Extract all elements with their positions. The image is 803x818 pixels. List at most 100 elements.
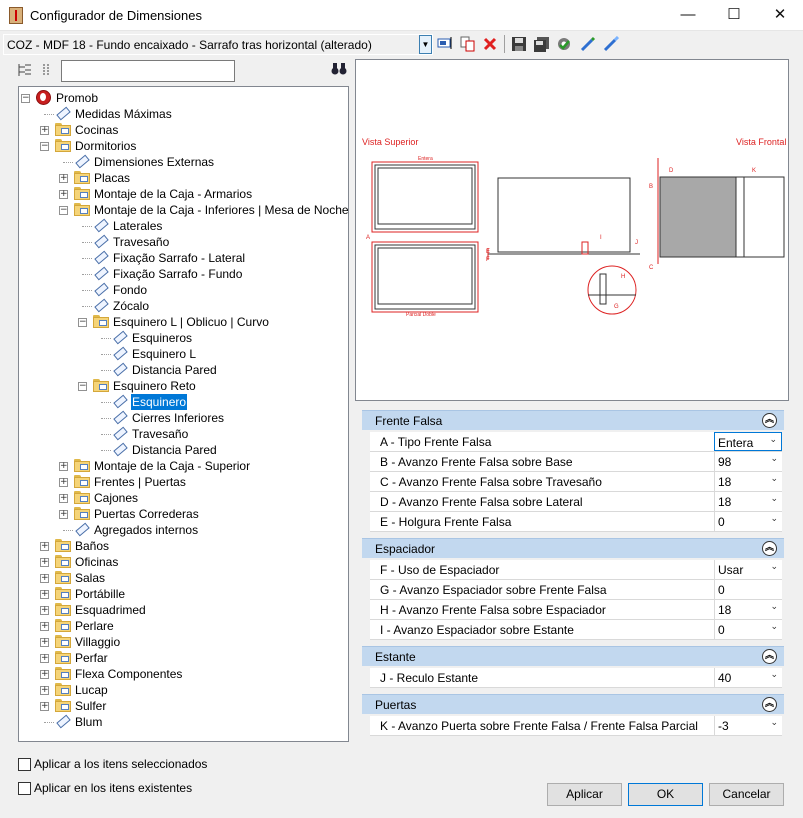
tree-node[interactable]: + Villaggio: [19, 634, 348, 650]
chevron-down-icon[interactable]: ⌄: [770, 622, 778, 632]
tree-node[interactable]: Dimensiones Externas: [19, 154, 348, 170]
property-value-field[interactable]: 0: [714, 580, 782, 599]
tree-node[interactable]: Fondo: [19, 282, 348, 298]
expand-icon[interactable]: +: [40, 702, 49, 711]
chevron-down-icon[interactable]: ⌄: [770, 494, 778, 504]
tree-node[interactable]: + Perfar: [19, 650, 348, 666]
tree-node-label[interactable]: Montaje de la Caja - Armarios: [93, 186, 253, 202]
close-button[interactable]: ✕: [757, 0, 803, 31]
tree-node-label[interactable]: Esquinero L: [131, 346, 197, 362]
tree-node-label[interactable]: Esquadrimed: [74, 602, 147, 618]
ok-button[interactable]: OK: [628, 783, 703, 806]
tree-node-label[interactable]: Cajones: [93, 490, 139, 506]
expand-icon[interactable]: +: [59, 510, 68, 519]
tree-node[interactable]: Zócalo: [19, 298, 348, 314]
tree-node-label[interactable]: Sulfer: [74, 698, 107, 714]
tree-node[interactable]: Laterales: [19, 218, 348, 234]
expand-icon[interactable]: +: [59, 462, 68, 471]
tree-node-label[interactable]: Cocinas: [74, 122, 119, 138]
collapse-icon[interactable]: −: [21, 94, 30, 103]
tree-node-label[interactable]: Distancia Pared: [131, 362, 218, 378]
minimize-button[interactable]: —: [665, 0, 711, 31]
apply-selected-checkbox[interactable]: [18, 758, 31, 771]
tree-node-label[interactable]: Frentes | Puertas: [93, 474, 187, 490]
tree-node[interactable]: + Oficinas: [19, 554, 348, 570]
tree-node-label[interactable]: Perfar: [74, 650, 109, 666]
chevron-down-icon[interactable]: ⌄: [770, 670, 778, 680]
export-icon[interactable]: [602, 35, 620, 53]
tree-node[interactable]: + Puertas Correderas: [19, 506, 348, 522]
import-icon[interactable]: [579, 36, 597, 53]
expand-icon[interactable]: +: [40, 542, 49, 551]
tree-node-label[interactable]: Esquinero Reto: [112, 378, 197, 394]
tree-node-label[interactable]: Laterales: [112, 218, 163, 234]
property-value-field[interactable]: Entera ⌄: [714, 432, 782, 451]
expand-icon[interactable]: +: [40, 654, 49, 663]
chevron-down-icon[interactable]: ⌄: [770, 602, 778, 612]
property-value-field[interactable]: 18 ⌄: [714, 472, 782, 491]
tree-node-label[interactable]: Cierres Inferiores: [131, 410, 225, 426]
property-value-field[interactable]: 40 ⌄: [714, 668, 782, 687]
expand-icon[interactable]: +: [59, 174, 68, 183]
tree-node-label[interactable]: Zócalo: [112, 298, 150, 314]
tree-node-label[interactable]: Fixação Sarrafo - Fundo: [112, 266, 243, 282]
tree-node[interactable]: − Esquinero Reto: [19, 378, 348, 394]
settings-icon[interactable]: [555, 36, 573, 53]
tree-node[interactable]: − Promob: [19, 90, 348, 106]
tree-node-label[interactable]: Flexa Componentes: [74, 666, 183, 682]
property-value-field[interactable]: 98 ⌄: [714, 452, 782, 471]
collapse-section-icon[interactable]: ︽: [762, 413, 777, 428]
tree-node-label[interactable]: Montaje de la Caja - Inferiores | Mesa d…: [93, 202, 348, 218]
expand-icon[interactable]: +: [40, 590, 49, 599]
tree-node-label[interactable]: Oficinas: [74, 554, 119, 570]
search-binoculars-icon[interactable]: [330, 62, 348, 80]
apply-button[interactable]: Aplicar: [547, 783, 622, 806]
collapse-section-icon[interactable]: ︽: [762, 649, 777, 664]
expand-icon[interactable]: +: [40, 622, 49, 631]
tree-node-label[interactable]: Distancia Pared: [131, 442, 218, 458]
property-value-field[interactable]: 0 ⌄: [714, 620, 782, 639]
tree-node[interactable]: Travesaño: [19, 426, 348, 442]
tree-node-label[interactable]: Fixação Sarrafo - Lateral: [112, 250, 246, 266]
save-as-icon[interactable]: [532, 36, 550, 53]
tree-node[interactable]: + Cocinas: [19, 122, 348, 138]
property-value-field[interactable]: Usar ⌄: [714, 560, 782, 579]
tree-node[interactable]: + Portábille: [19, 586, 348, 602]
collapse-section-icon[interactable]: ︽: [762, 541, 777, 556]
chevron-down-icon[interactable]: ⌄: [770, 514, 778, 524]
tree-node[interactable]: − Dormitorios: [19, 138, 348, 154]
tree-node[interactable]: Esquinero: [19, 394, 348, 410]
chevron-down-icon[interactable]: ⌄: [770, 454, 778, 464]
search-input[interactable]: [61, 60, 235, 82]
tree-node[interactable]: + Flexa Componentes: [19, 666, 348, 682]
tree-node[interactable]: − Montaje de la Caja - Inferiores | Mesa …: [19, 202, 348, 218]
copy-config-icon[interactable]: [459, 36, 477, 53]
tree-node[interactable]: + Baños: [19, 538, 348, 554]
tree-node[interactable]: Esquinero L: [19, 346, 348, 362]
delete-icon[interactable]: [481, 36, 499, 53]
collapse-icon[interactable]: −: [78, 318, 87, 327]
tree-node-label[interactable]: Dormitorios: [74, 138, 137, 154]
expand-icon[interactable]: +: [59, 494, 68, 503]
section-header[interactable]: Puertas ︽: [362, 694, 784, 714]
tree-node[interactable]: Agregados internos: [19, 522, 348, 538]
tree-node[interactable]: + Placas: [19, 170, 348, 186]
chevron-down-icon[interactable]: ⌄: [770, 474, 778, 484]
expand-icon[interactable]: +: [40, 638, 49, 647]
tree-node-label[interactable]: Esquineros: [131, 330, 193, 346]
tree-node[interactable]: + Esquadrimed: [19, 602, 348, 618]
collapse-icon[interactable]: −: [78, 382, 87, 391]
chevron-down-icon[interactable]: ⌄: [770, 562, 778, 572]
rename-icon[interactable]: [436, 36, 454, 53]
tree-node[interactable]: Blum: [19, 714, 348, 730]
combo-dropdown-arrow[interactable]: ▼: [419, 35, 432, 54]
tree-node-label[interactable]: Placas: [93, 170, 131, 186]
collapse-icon[interactable]: −: [40, 142, 49, 151]
tree-node-label[interactable]: Fondo: [112, 282, 148, 298]
configuration-combo[interactable]: COZ - MDF 18 - Fundo encaixado - Sarrafo…: [3, 34, 433, 55]
tree-node-label[interactable]: Villaggio: [74, 634, 121, 650]
property-value-field[interactable]: 0 ⌄: [714, 512, 782, 531]
collapse-section-icon[interactable]: ︽: [762, 697, 777, 712]
expand-icon[interactable]: +: [40, 670, 49, 679]
property-value-field[interactable]: -3 ⌄: [714, 716, 782, 735]
